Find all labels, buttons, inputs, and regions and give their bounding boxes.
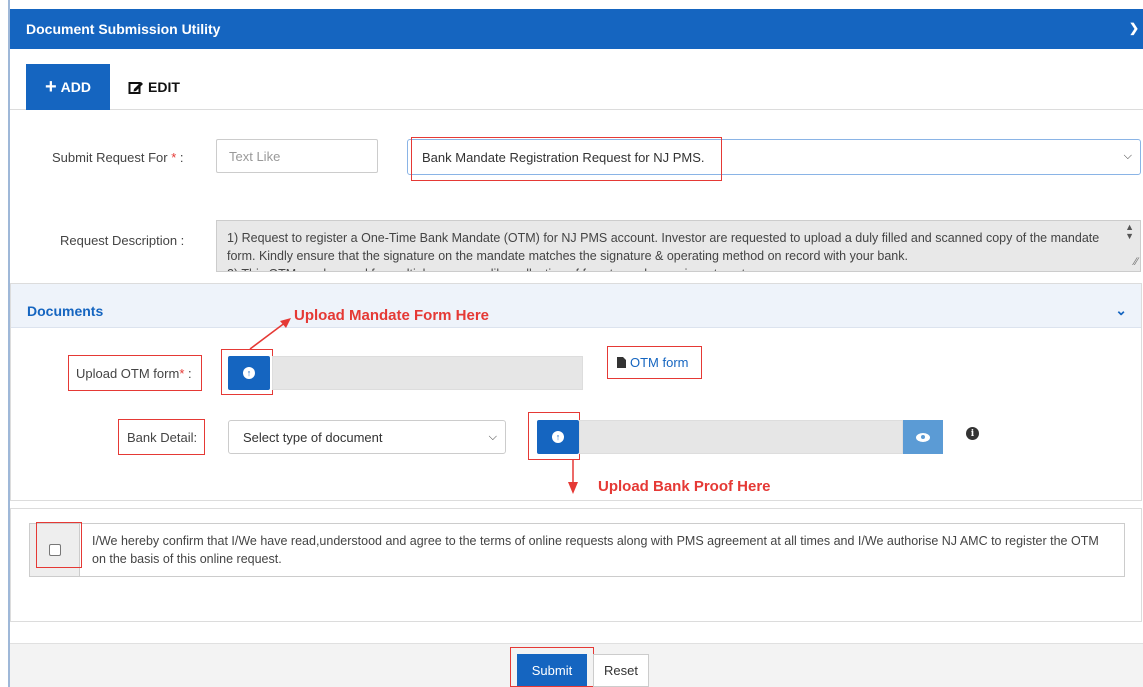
documents-panel: Documents ⌄ — [10, 283, 1142, 501]
confirm-checkbox[interactable] — [49, 544, 61, 556]
documents-header[interactable]: Documents ⌄ — [11, 284, 1141, 328]
annotation-upload-mandate: Upload Mandate Form Here — [294, 307, 490, 324]
tab-edit[interactable]: EDIT — [128, 64, 180, 110]
submit-button[interactable]: Submit — [517, 654, 587, 687]
upload-otm-button[interactable]: ↑ — [228, 356, 270, 390]
annotation-upload-bank-proof: Upload Bank Proof Here — [598, 478, 771, 495]
eye-icon — [916, 432, 930, 442]
tab-add[interactable]: + ADD — [26, 64, 110, 110]
submit-request-text: Submit Request For — [52, 150, 168, 165]
otm-form-link[interactable]: OTM form — [617, 355, 689, 370]
text-like-placeholder: Text Like — [229, 149, 281, 164]
tab-edit-label: EDIT — [148, 79, 180, 95]
panel-title: Document Submission Utility — [26, 21, 221, 37]
request-description-text: 1) Request to register a One-Time Bank M… — [227, 231, 1100, 271]
preview-button[interactable] — [903, 420, 943, 454]
tab-bar: + ADD EDIT — [10, 60, 1143, 110]
upload-icon: ↑ — [552, 431, 564, 443]
file-icon — [617, 357, 626, 368]
otm-form-link-text: OTM form — [630, 355, 689, 370]
request-type-value: Bank Mandate Registration Request for NJ… — [422, 150, 705, 165]
checkbox-cell — [30, 524, 80, 576]
upload-otm-text: Upload OTM form — [76, 366, 180, 381]
chevron-down-icon[interactable]: ⌄ — [1115, 302, 1127, 319]
document-type-select[interactable]: Select type of document ⌵ — [228, 420, 506, 454]
chevron-down-icon[interactable]: ❯ — [1129, 21, 1139, 35]
chevron-down-icon: ⌵ — [488, 431, 497, 443]
chevron-down-icon: ⌵ — [1123, 150, 1132, 162]
document-type-placeholder: Select type of document — [243, 430, 383, 445]
text-like-input[interactable]: Text Like — [216, 139, 378, 173]
spinner-icon[interactable]: ▲ ▼ — [1125, 223, 1134, 241]
documents-title: Documents — [27, 303, 104, 319]
upload-otm-label: Upload OTM form* : — [76, 366, 192, 381]
otm-file-field[interactable] — [272, 356, 583, 390]
upload-bank-proof-button[interactable]: ↑ — [537, 420, 579, 454]
request-description-label: Request Description : — [60, 233, 185, 248]
request-description-textarea[interactable]: 1) Request to register a One-Time Bank M… — [216, 220, 1141, 272]
bank-proof-file-field[interactable] — [579, 420, 903, 454]
page: Document Submission Utility ❯ + ADD EDIT… — [0, 0, 1143, 687]
edit-icon — [128, 81, 143, 94]
reset-button[interactable]: Reset — [593, 654, 649, 687]
bank-detail-label: Bank Detail: — [127, 430, 198, 445]
info-icon[interactable]: i — [966, 427, 979, 440]
confirmation-text: I/We hereby confirm that I/We have read,… — [92, 534, 1099, 566]
panel-header[interactable]: Document Submission Utility ❯ — [10, 9, 1143, 49]
plus-icon: + — [44, 76, 57, 98]
label-colon: : — [176, 150, 184, 165]
request-type-select[interactable]: Bank Mandate Registration Request for NJ… — [407, 139, 1141, 175]
resize-grip-icon[interactable]: ∕∕ — [1134, 253, 1138, 271]
upload-icon: ↑ — [243, 367, 255, 379]
tab-add-label: ADD — [60, 79, 92, 95]
confirmation-box: I/We hereby confirm that I/We have read,… — [29, 523, 1125, 577]
label-colon: : — [184, 366, 192, 381]
submit-request-label: Submit Request For * : — [52, 150, 184, 165]
